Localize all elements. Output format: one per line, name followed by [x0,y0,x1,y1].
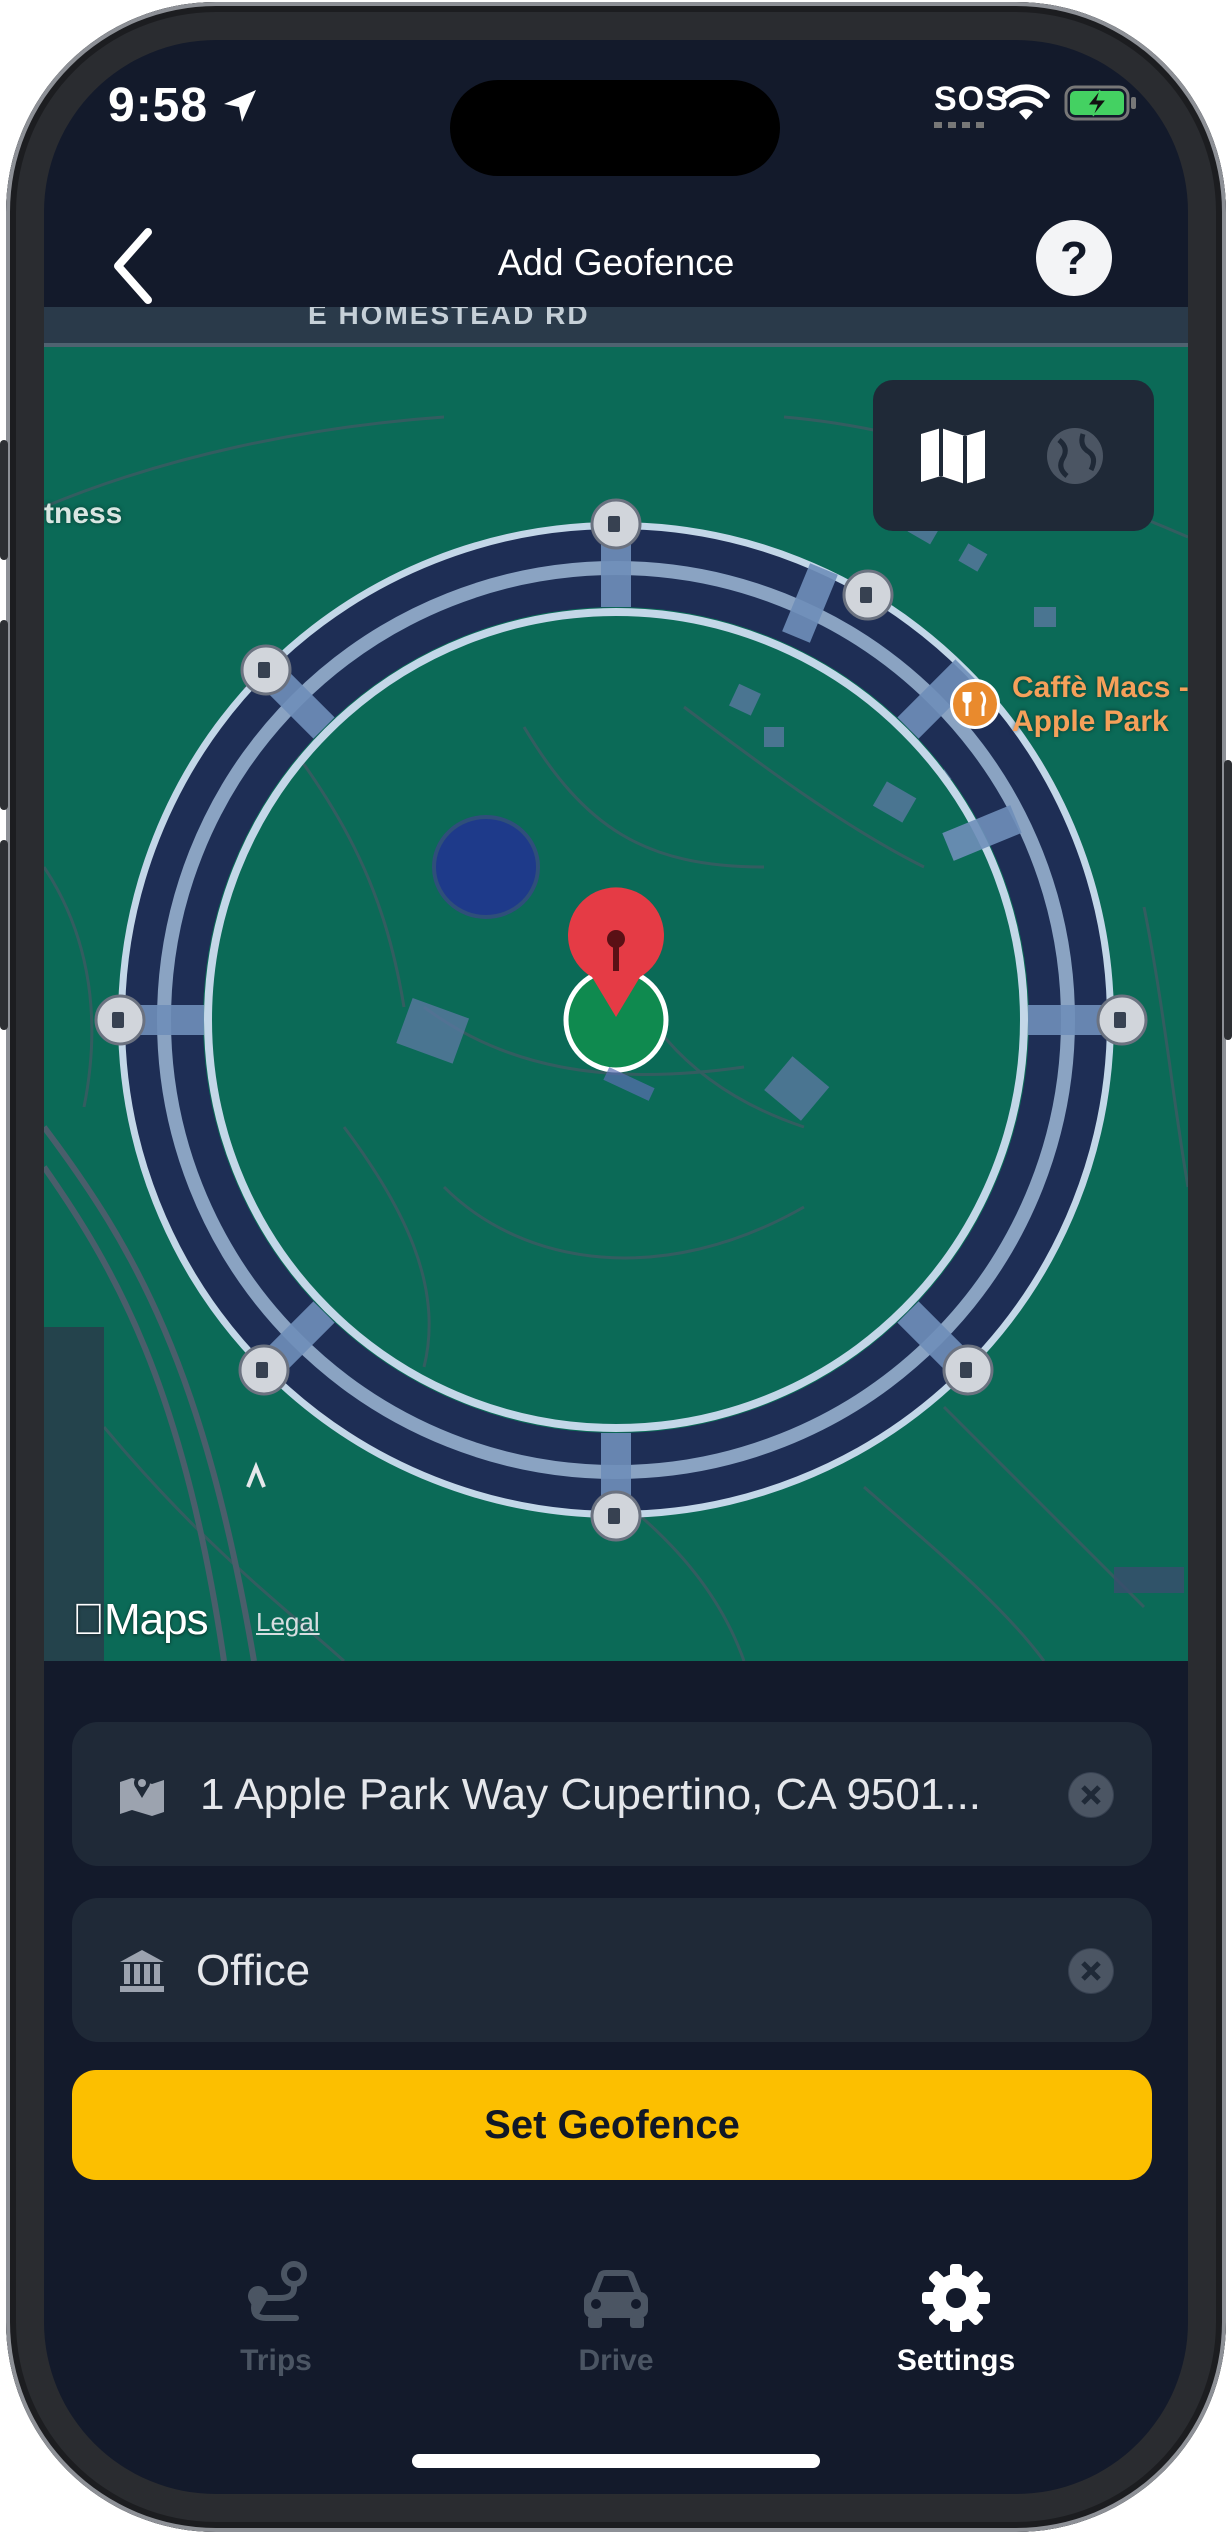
status-time: 9:58 [108,79,209,132]
road-label: E HOMESTEAD RD [308,307,590,330]
help-button[interactable]: ? [1036,220,1112,296]
maps-attribution: Maps [72,1595,209,1644]
wifi-icon [1002,84,1050,120]
label-value[interactable]: Office [196,1946,310,1996]
dynamic-island [450,80,780,176]
power-button [1224,760,1232,1040]
set-geofence-button[interactable]: Set Geofence [72,2070,1152,2180]
page-title: Add Geofence [497,242,735,283]
clear-label-button[interactable] [1068,1948,1114,1994]
address-field[interactable]: 1 Apple Park Way Cupertino, CA 9501... [72,1722,1152,1866]
tab-trips[interactable]: Trips [146,2258,406,2398]
legal-link[interactable]: Legal [256,1607,320,1638]
bank-icon [120,1950,164,1992]
poi-fitness-label: tness [44,497,123,530]
status-bar: 9:58 SOS [44,40,1188,190]
fork-knife-icon[interactable] [950,679,1000,729]
car-icon [584,2270,648,2328]
map-mode-toggle[interactable] [873,380,1154,531]
battery-icon [1064,85,1136,121]
tab-label: Trips [240,2344,312,2377]
volume-up-button [0,620,8,810]
tab-label: Settings [896,2344,1016,2377]
home-indicator[interactable] [412,2454,820,2468]
action-button [0,440,8,560]
apple-logo-icon:  [72,1595,105,1644]
poi-name-line1: Caffè Macs - [1012,671,1188,704]
globe-icon[interactable] [1039,424,1111,488]
map-pin-icon [120,1774,164,1816]
tab-settings[interactable]: Settings [826,2258,1086,2398]
label-field[interactable]: Office [72,1898,1152,2042]
volume-down-button [0,840,8,1030]
clear-icon [1069,1949,1113,1993]
address-value[interactable]: 1 Apple Park Way Cupertino, CA 9501... [200,1770,981,1820]
gear-icon [922,2264,990,2332]
map-icon[interactable] [917,424,989,488]
clear-icon [1069,1773,1113,1817]
tab-drive[interactable]: Drive [486,2258,746,2398]
map-view[interactable]: E HOMESTEAD RD tness Caffè Macs - Apple … [44,307,1188,1661]
app-screen: 9:58 SOS Add Geofence ? E HOMESTEAD RD t… [44,40,1188,2494]
poi-label[interactable]: Caffè Macs - Apple Park [1012,671,1188,739]
clear-address-button[interactable] [1068,1772,1114,1818]
sos-indicator: SOS [934,80,1009,118]
tab-label: Drive [578,2344,654,2377]
signal-dots [934,122,990,128]
nav-header: Add Geofence ? [44,190,1188,304]
location-arrow-icon [224,90,256,122]
poi-name-line2: Apple Park [1012,705,1169,738]
route-icon [248,2261,307,2321]
